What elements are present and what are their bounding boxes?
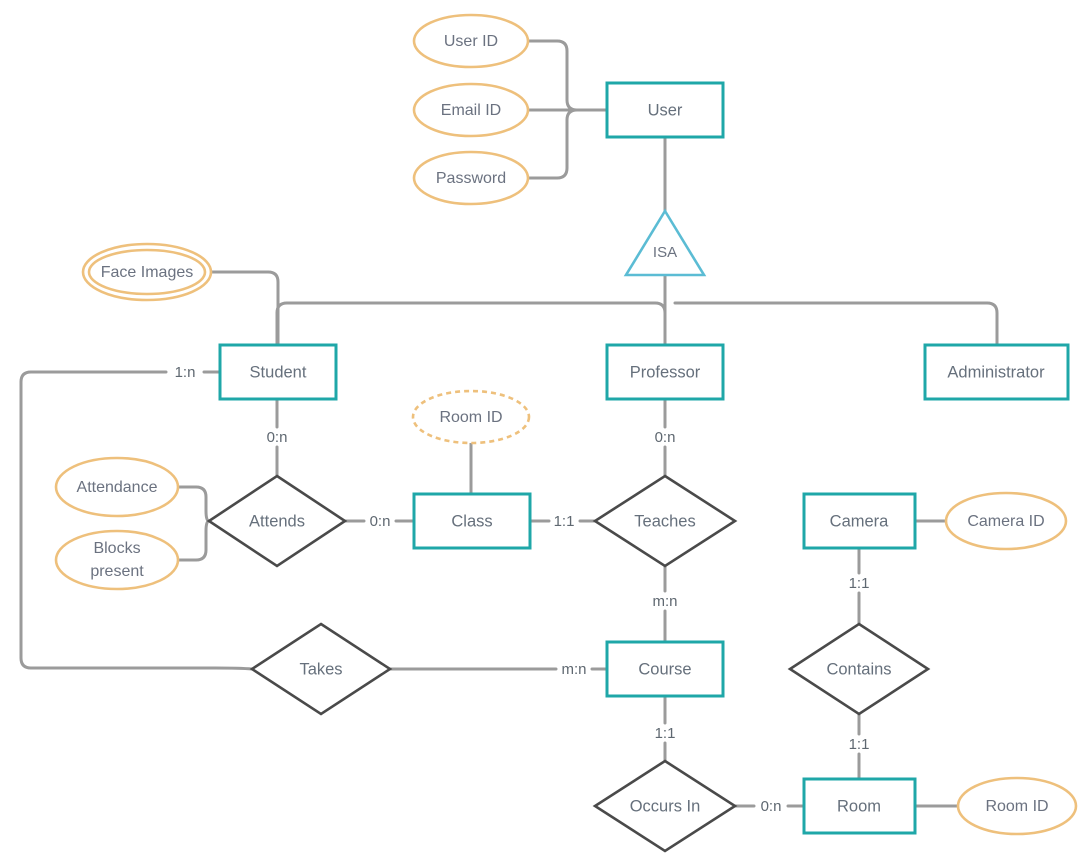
edge-password-user[interactable] bbox=[526, 108, 609, 180]
entity-camera[interactable]: Camera bbox=[802, 492, 917, 550]
attribute-attendance[interactable]: Attendance bbox=[54, 456, 180, 518]
entity-user-label: User bbox=[648, 101, 683, 119]
edge-faceimages-student[interactable] bbox=[204, 270, 280, 347]
attribute-password-label: Password bbox=[436, 170, 506, 187]
relationship-teaches[interactable]: Teaches bbox=[592, 474, 738, 568]
entity-course[interactable]: Course bbox=[605, 640, 725, 698]
entity-user[interactable]: User bbox=[605, 81, 725, 139]
relationship-takes[interactable]: Takes bbox=[249, 622, 393, 716]
entity-professor[interactable]: Professor bbox=[605, 343, 725, 401]
cardinality-student-takes: 1:n bbox=[175, 364, 196, 381]
er-diagram-svg: User Student Professor Administrator Cla… bbox=[19, 13, 1078, 853]
attribute-email-id[interactable]: Email ID bbox=[412, 82, 530, 138]
cardinality-occursin-room: 0:n bbox=[761, 798, 782, 815]
attribute-face-images[interactable]: Face Images bbox=[81, 242, 213, 302]
attribute-room-id-class-label: Room ID bbox=[439, 409, 502, 426]
attribute-face-images-label: Face Images bbox=[101, 264, 193, 281]
entity-student[interactable]: Student bbox=[218, 343, 338, 401]
entity-camera-label: Camera bbox=[830, 512, 890, 530]
isa-generalization[interactable]: ISA bbox=[623, 208, 707, 277]
attribute-camera-id[interactable]: Camera ID bbox=[944, 491, 1068, 551]
entity-professor-label: Professor bbox=[630, 363, 701, 381]
edge-userid-user[interactable] bbox=[526, 39, 609, 112]
cardinality-contains-room: 1:1 bbox=[849, 736, 870, 753]
entity-class[interactable]: Class bbox=[412, 492, 532, 550]
attribute-email-id-label: Email ID bbox=[441, 102, 501, 119]
attribute-user-id[interactable]: User ID bbox=[412, 13, 530, 69]
entity-administrator[interactable]: Administrator bbox=[923, 343, 1070, 401]
attribute-attendance-label: Attendance bbox=[77, 479, 158, 496]
entity-room-label: Room bbox=[837, 797, 881, 815]
cardinality-professor-teaches: 0:n bbox=[655, 429, 676, 446]
relationship-contains[interactable]: Contains bbox=[787, 622, 931, 716]
edge-blocks-attends[interactable] bbox=[176, 519, 211, 562]
attribute-room-id-room[interactable]: Room ID bbox=[956, 776, 1078, 836]
attribute-password[interactable]: Password bbox=[412, 150, 530, 206]
edge-attendance-attends[interactable] bbox=[176, 485, 211, 523]
cardinality-class-teaches: 1:1 bbox=[554, 513, 575, 530]
attribute-room-id-class[interactable]: Room ID bbox=[411, 389, 531, 445]
attribute-blocks-present-label-line2: present bbox=[90, 563, 144, 580]
relationship-teaches-label: Teaches bbox=[634, 512, 695, 530]
entity-course-label: Course bbox=[638, 660, 691, 678]
cardinality-teaches-course: m:n bbox=[652, 593, 677, 610]
cardinality-course-occursin: 1:1 bbox=[655, 725, 676, 742]
attribute-blocks-present[interactable]: Blocks present bbox=[54, 529, 180, 591]
entity-administrator-label: Administrator bbox=[947, 363, 1045, 381]
relationship-occurs-in-label: Occurs In bbox=[630, 797, 701, 815]
relationship-takes-label: Takes bbox=[299, 660, 342, 678]
cardinality-attends-class: 0:n bbox=[370, 513, 391, 530]
relationship-attends-label: Attends bbox=[249, 512, 305, 530]
attribute-camera-id-label: Camera ID bbox=[967, 513, 1044, 530]
edge-bus-administrator[interactable] bbox=[673, 301, 999, 347]
entity-class-label: Class bbox=[451, 512, 492, 530]
cardinality-layer: 1:n 0:n 0:n 1:1 0:n m:n m:n 1:1 1:1 1:1 … bbox=[175, 364, 870, 815]
isa-label: ISA bbox=[653, 244, 677, 261]
cardinality-camera-contains: 1:1 bbox=[849, 575, 870, 592]
entity-layer: User Student Professor Administrator Cla… bbox=[218, 81, 1070, 835]
attribute-room-id-room-label: Room ID bbox=[985, 798, 1048, 815]
attribute-blocks-present-label-line1: Blocks bbox=[93, 540, 140, 557]
relationship-attends[interactable]: Attends bbox=[206, 474, 348, 568]
cardinality-takes-course: m:n bbox=[561, 661, 586, 678]
relationship-occurs-in[interactable]: Occurs In bbox=[592, 759, 738, 853]
entity-student-label: Student bbox=[250, 363, 307, 381]
relationship-contains-label: Contains bbox=[826, 660, 891, 678]
entity-room[interactable]: Room bbox=[802, 777, 917, 835]
attribute-user-id-label: User ID bbox=[444, 33, 498, 50]
er-diagram-canvas: User Student Professor Administrator Cla… bbox=[0, 0, 1092, 858]
cardinality-student-attends: 0:n bbox=[267, 429, 288, 446]
edge-bus-student[interactable] bbox=[275, 301, 667, 347]
